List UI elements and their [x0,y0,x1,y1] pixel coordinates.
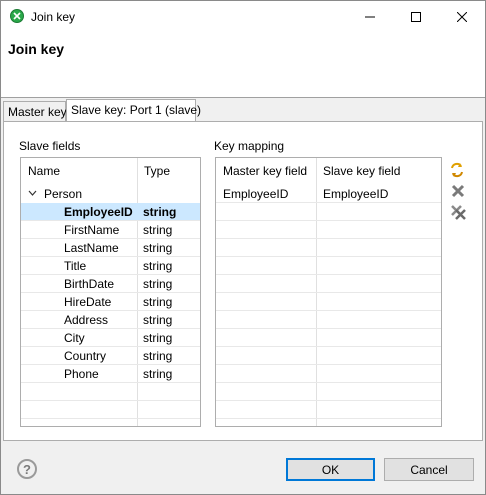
table-row[interactable]: BirthDate string [21,275,200,293]
table-row[interactable]: EmployeeID EmployeeID [216,185,441,203]
table-row[interactable]: Title string [21,257,200,275]
master-key-field[interactable]: EmployeeID [223,187,288,201]
field-name: LastName [64,241,119,255]
tree-group-label: Person [44,187,83,201]
header-title: Join key [8,41,65,57]
delete-all-icon[interactable] [450,204,466,220]
empty-row [216,257,441,275]
tree-group-row[interactable]: Person [21,185,200,203]
tab-slave-key[interactable]: Slave key: Port 1 (slave) [66,99,201,121]
minimize-button[interactable] [347,1,393,32]
header-divider [1,97,485,98]
key-mapping-table[interactable]: Master key field Slave key field Employe… [215,157,442,427]
field-name: EmployeeID [64,205,133,219]
tab-content-panel: Slave fields Name Type Person EmployeeID… [3,121,483,441]
help-button[interactable]: ? [17,459,37,479]
field-type: string [143,313,173,327]
minimize-icon [365,16,375,17]
table-row[interactable]: LastName string [21,239,200,257]
empty-row [216,347,441,365]
auto-mapping-icon[interactable] [449,162,465,178]
table-row[interactable]: HireDate string [21,293,200,311]
table-header: Name Type [21,158,200,185]
field-name: Address [64,313,109,327]
dialog-header: Join key [1,32,485,97]
column-header-type[interactable]: Type [144,164,170,178]
field-type: string [143,241,173,255]
column-header-slave-key[interactable]: Slave key field [323,164,400,178]
empty-row [216,203,441,221]
join-key-app-icon [10,9,24,23]
empty-row [21,383,200,401]
slave-key-field[interactable]: EmployeeID [323,187,388,201]
column-header-master-key[interactable]: Master key field [223,164,307,178]
table-row[interactable]: FirstName string [21,221,200,239]
delete-icon[interactable] [450,183,466,199]
empty-row [216,275,441,293]
table-row[interactable]: City string [21,329,200,347]
empty-row [216,401,441,419]
field-type: string [143,349,173,363]
empty-row [216,365,441,383]
table-row[interactable]: Phone string [21,365,200,383]
key-mapping-label: Key mapping [214,139,285,153]
field-type: string [143,277,173,291]
empty-row [216,221,441,239]
field-name: FirstName [64,223,120,237]
title-bar: Join key [1,1,485,32]
field-type: string [143,259,173,273]
cancel-button[interactable]: Cancel [384,458,474,481]
slave-fields-table[interactable]: Name Type Person EmployeeID string First… [20,157,201,427]
field-name: HireDate [64,295,112,309]
field-type: string [143,331,173,345]
slave-fields-label: Slave fields [19,139,81,153]
field-name: City [64,331,85,345]
ok-button[interactable]: OK [286,458,375,481]
empty-row [216,311,441,329]
maximize-button[interactable] [393,1,439,32]
table-header: Master key field Slave key field [216,158,441,185]
field-name: Country [64,349,107,363]
field-type: string [143,295,173,309]
table-row[interactable]: EmployeeID string [21,203,200,221]
empty-row [216,293,441,311]
column-header-name[interactable]: Name [28,164,60,178]
field-type: string [143,223,173,237]
dialog-window: Join key Join key Master key Slave key: … [0,0,486,495]
table-row[interactable]: Country string [21,347,200,365]
field-name: Phone [64,367,99,381]
field-name: Title [64,259,87,273]
maximize-icon [411,11,421,22]
table-row[interactable]: Address string [21,311,200,329]
empty-row [216,239,441,257]
empty-row [216,383,441,401]
chevron-down-icon[interactable] [28,190,37,197]
field-type: string [143,205,177,219]
field-name: BirthDate [64,277,115,291]
empty-row [21,401,200,419]
field-type: string [143,367,173,381]
close-icon [457,11,467,22]
close-button[interactable] [439,1,485,32]
empty-row [216,329,441,347]
tab-bar: Master key Slave key: Port 1 (slave) [1,99,485,121]
window-title: Join key [31,10,76,24]
tab-master-key[interactable]: Master key [3,101,67,121]
